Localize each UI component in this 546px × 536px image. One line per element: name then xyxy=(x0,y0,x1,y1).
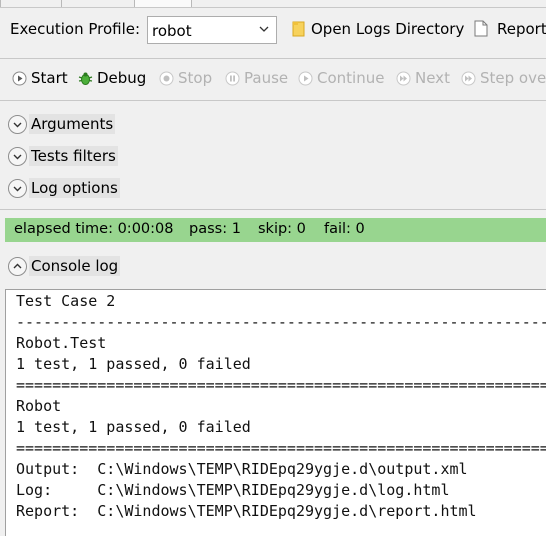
continue-label: Continue xyxy=(317,69,385,87)
play-icon xyxy=(12,71,27,85)
open-logs-directory-button[interactable]: Open Logs Directory xyxy=(311,20,464,38)
tab-strip xyxy=(0,0,546,8)
tab-strip-border xyxy=(0,7,546,8)
console-log-section-toggle[interactable]: Console log xyxy=(8,256,121,276)
stop-button[interactable]: Stop xyxy=(159,69,212,87)
start-button[interactable]: Start xyxy=(12,69,68,87)
separator xyxy=(0,209,546,210)
step-over-button[interactable]: Step ove xyxy=(461,69,546,87)
pause-icon xyxy=(225,71,240,85)
tests-filters-label: Tests filters xyxy=(29,146,118,166)
pause-label: Pause xyxy=(244,69,289,87)
chevron-down-icon xyxy=(8,146,27,166)
log-options-section-toggle[interactable]: Log options xyxy=(8,178,120,198)
step-over-icon xyxy=(461,71,476,85)
console-line: Robot xyxy=(16,397,62,415)
next-label: Next xyxy=(415,69,450,87)
console-line: ========================================… xyxy=(16,439,546,457)
continue-button[interactable]: Continue xyxy=(298,69,384,87)
chevron-down-icon xyxy=(259,26,269,32)
console-output[interactable]: Test Case 2 ----------------------------… xyxy=(5,289,546,536)
chevron-down-icon xyxy=(8,178,27,198)
console-line: Report: C:\Windows\TEMP\RIDEpq29ygje.d\r… xyxy=(16,502,477,520)
arguments-section-toggle[interactable]: Arguments xyxy=(8,114,116,134)
pause-button[interactable]: Pause xyxy=(225,69,288,87)
continue-icon xyxy=(298,71,313,85)
next-icon xyxy=(396,71,411,85)
chevron-up-icon xyxy=(8,256,27,276)
stop-label: Stop xyxy=(178,69,213,87)
separator xyxy=(0,100,546,101)
console-line: 1 test, 1 passed, 0 failed xyxy=(16,418,251,436)
run-status-bar: elapsed time: 0:00:08 pass: 1 skip: 0 fa… xyxy=(5,218,546,242)
log-options-label: Log options xyxy=(29,178,120,198)
debug-button[interactable]: Debug xyxy=(78,69,146,87)
skip-count: skip: 0 xyxy=(258,221,306,237)
start-label: Start xyxy=(31,69,68,87)
console-line: ----------------------------------------… xyxy=(16,313,546,331)
stop-icon xyxy=(159,71,174,85)
execution-profile-row: Execution Profile: robot Open Logs Direc… xyxy=(0,10,546,50)
console-log-label: Console log xyxy=(29,256,121,276)
elapsed-time: elapsed time: 0:00:08 xyxy=(14,221,174,237)
console-line: Robot.Test xyxy=(16,334,107,352)
bug-icon xyxy=(78,72,93,85)
console-line: Log: C:\Windows\TEMP\RIDEpq29ygje.d\log.… xyxy=(16,481,450,499)
document-icon[interactable] xyxy=(474,20,488,37)
run-toolbar: Start Debug Stop Pause Continue Next Ste… xyxy=(0,62,546,98)
folder-icon[interactable] xyxy=(292,21,305,37)
tests-filters-section-toggle[interactable]: Tests filters xyxy=(8,146,118,166)
step-over-label: Step ove xyxy=(480,69,546,87)
fail-count: fail: 0 xyxy=(324,221,365,237)
execution-profile-label: Execution Profile: xyxy=(10,20,141,38)
next-button[interactable]: Next xyxy=(396,69,450,87)
separator xyxy=(0,58,546,59)
chevron-down-icon xyxy=(8,114,27,134)
report-button[interactable]: Report xyxy=(497,20,546,38)
execution-profile-select[interactable]: robot xyxy=(147,16,277,44)
debug-label: Debug xyxy=(97,69,147,87)
console-line: Output: C:\Windows\TEMP\RIDEpq29ygje.d\o… xyxy=(16,460,468,478)
execution-profile-value: robot xyxy=(152,22,192,40)
console-line: ========================================… xyxy=(16,376,546,394)
pass-count: pass: 1 xyxy=(189,221,241,237)
console-line: 1 test, 1 passed, 0 failed xyxy=(16,355,251,373)
arguments-label: Arguments xyxy=(29,114,116,134)
console-line: Test Case 2 xyxy=(16,292,116,310)
